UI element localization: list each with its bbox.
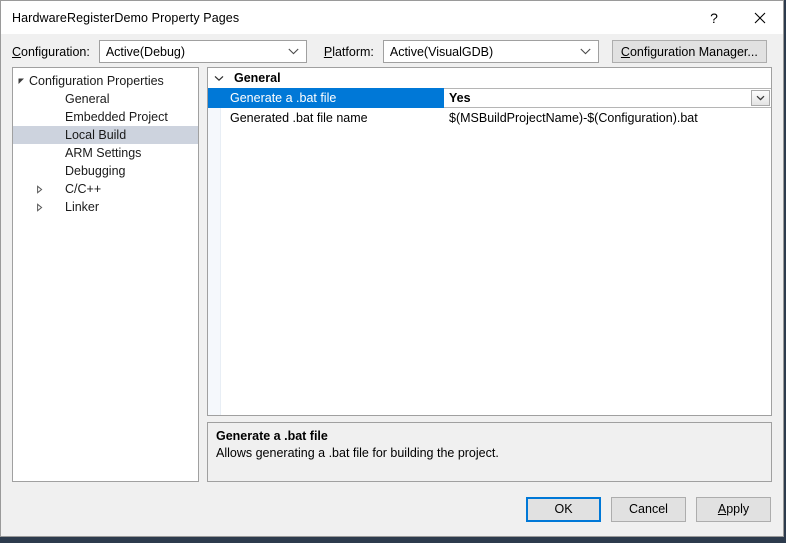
platform-dropdown-value: Active(VisualGDB) [389,44,494,59]
tree-item-label: ARM Settings [65,146,142,160]
close-icon[interactable] [737,1,783,34]
description-panel: Generate a .bat file Allows generating a… [207,422,772,482]
tree-item-label: Local Build [65,128,127,142]
ok-button[interactable]: OK [526,496,601,522]
chevron-down-icon [580,41,591,62]
tree-item-linker[interactable]: Linker [13,198,198,216]
tree-item-embedded-project[interactable]: Embedded Project [13,108,198,126]
property-grid[interactable]: General Generate a .bat file Yes Generat… [207,67,772,416]
apply-button[interactable]: Apply [696,496,771,522]
configuration-bar: Configuration: Active(Debug) Platform: A… [1,36,783,67]
configuration-manager-button[interactable]: Configuration Manager... [611,40,767,63]
tree-item-label: Embedded Project [65,110,168,124]
window-title: HardwareRegisterDemo Property Pages [12,10,240,25]
configuration-label: Configuration: [12,45,90,59]
property-row-generate-bat-file[interactable]: Generate a .bat file Yes [208,88,771,108]
description-text: Allows generating a .bat file for buildi… [216,446,499,460]
configuration-label-accel: C [12,44,22,59]
chevron-down-icon [288,41,299,62]
configuration-tree[interactable]: Configuration Properties General Embedde… [12,67,199,482]
tree-item-c-cpp[interactable]: C/C++ [13,180,198,198]
tree-item-general[interactable]: General [13,90,198,108]
chevron-down-icon[interactable] [208,75,230,82]
property-value: $(MSBuildProjectName)-$(Configuration).b… [449,111,698,125]
tree-item-label: Linker [65,200,100,214]
property-row-generated-bat-file-name[interactable]: Generated .bat file name $(MSBuildProjec… [208,108,771,128]
configuration-manager-rest: onfiguration Manager... [629,44,758,59]
tree-item-debugging[interactable]: Debugging [13,162,198,180]
triangle-expanded-icon[interactable] [13,77,29,86]
triangle-collapsed-icon[interactable] [29,202,49,212]
property-name: Generate a .bat file [208,88,444,108]
triangle-collapsed-icon[interactable] [29,184,49,194]
property-category-label: General [234,71,281,85]
platform-label-accel: P [323,44,333,59]
property-value: Yes [449,91,471,105]
right-column: General Generate a .bat file Yes Generat… [199,67,772,482]
tree-item-label: Debugging [65,164,126,178]
tree-item-arm-settings[interactable]: ARM Settings [13,144,198,162]
cancel-button[interactable]: Cancel [611,496,686,522]
tree-item-label: General [65,92,110,106]
property-pages-dialog: HardwareRegisterDemo Property Pages ? Co… [0,0,784,537]
property-value-cell[interactable]: Yes [444,88,771,108]
platform-label-rest: latform: [332,44,374,59]
property-grid-rows: General Generate a .bat file Yes Generat… [208,68,771,128]
title-bar: HardwareRegisterDemo Property Pages ? [1,1,783,34]
tree-item-local-build[interactable]: Local Build [13,126,198,144]
configuration-dropdown[interactable]: Active(Debug) [98,40,307,63]
tree-item-label: C/C++ [65,182,102,196]
property-name: Generated .bat file name [230,111,368,125]
property-category-general[interactable]: General [208,68,771,88]
title-bar-buttons: ? [691,1,783,34]
platform-dropdown[interactable]: Active(VisualGDB) [382,40,599,63]
description-title: Generate a .bat file [216,429,328,443]
apply-rest: pply [726,502,750,516]
help-icon[interactable]: ? [691,1,737,34]
tree-item-configuration-properties[interactable]: Configuration Properties [13,72,198,90]
configuration-manager-accel: C [620,44,630,59]
platform-label: Platform: [324,45,374,59]
apply-accel: A [717,502,727,516]
configuration-label-rest: onfiguration: [21,44,90,59]
tree-item-label: Configuration Properties [29,74,164,88]
configuration-dropdown-value: Active(Debug) [105,44,186,59]
dialog-body: Configuration Properties General Embedde… [1,67,783,482]
dialog-footer: OK Cancel Apply [1,482,783,536]
property-value-dropdown-button[interactable] [751,90,770,106]
property-value-cell[interactable]: $(MSBuildProjectName)-$(Configuration).b… [444,108,771,128]
